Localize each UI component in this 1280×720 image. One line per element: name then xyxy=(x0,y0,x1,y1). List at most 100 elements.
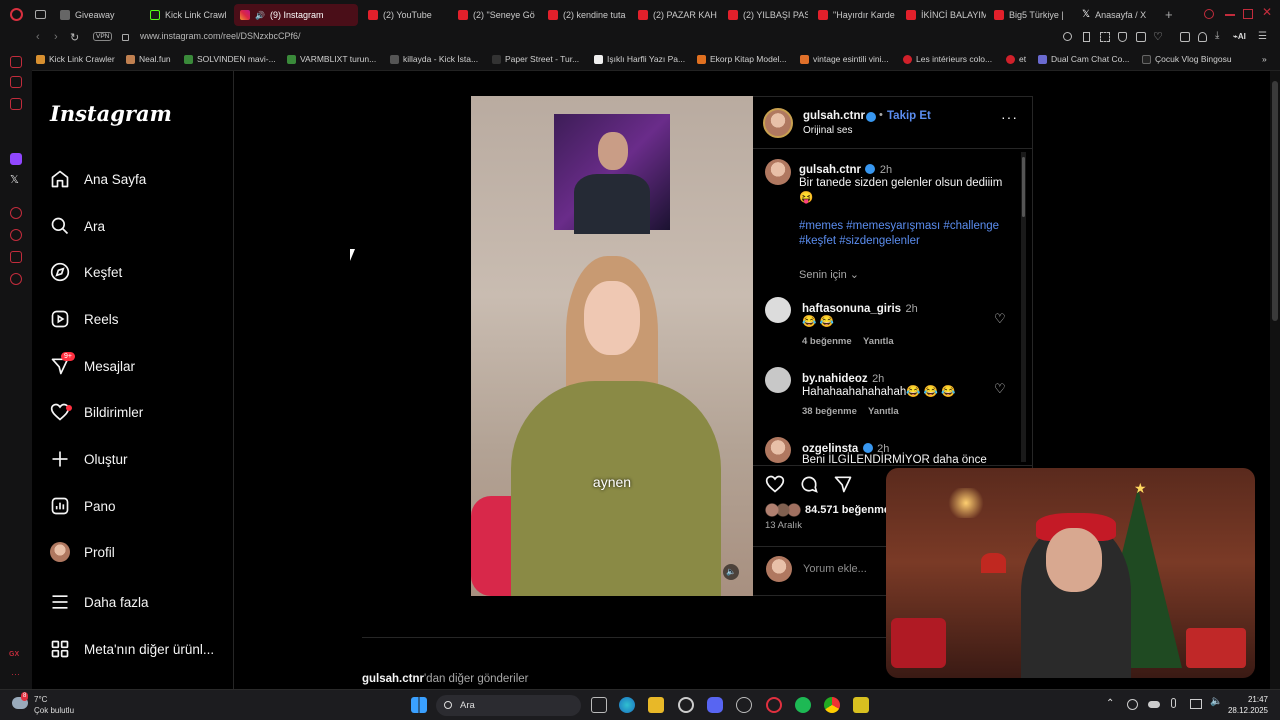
tab-giveaway[interactable]: Giveaway xyxy=(54,4,138,26)
maximize-icon[interactable] xyxy=(1243,9,1253,19)
bookmark-item[interactable]: vintage esintili vini... xyxy=(800,54,889,64)
taskbar-search[interactable]: Ara xyxy=(436,695,581,716)
tab-youtube-5[interactable]: (2) YILBAŞI PAS xyxy=(722,4,808,26)
comments-scrollbar-thumb[interactable] xyxy=(1022,157,1025,217)
volume-icon[interactable]: 🔈 xyxy=(1210,696,1222,707)
settings-icon[interactable] xyxy=(678,697,694,713)
opera-logo-icon[interactable] xyxy=(10,8,23,21)
comment-input[interactable]: Yorum ekle... xyxy=(803,563,867,575)
comment-avatar[interactable] xyxy=(765,297,791,323)
bookmark-item[interactable]: VARMBLIXT turun... xyxy=(287,54,376,64)
nav-meta-products[interactable]: Meta'nın diğer ürünl... xyxy=(50,634,230,664)
opera-gx-icon[interactable] xyxy=(766,697,782,713)
tab-kick[interactable]: Kick Link Crawl xyxy=(144,4,228,26)
bookmark-item[interactable]: Çocuk Vlog Bingosu xyxy=(1142,54,1232,64)
bookmark-item[interactable]: Kick Link Crawler xyxy=(36,54,115,64)
reply-button[interactable]: Yanıtla xyxy=(868,406,899,417)
url-field[interactable]: www.instagram.com/reel/DSNzxbcCPf6/ xyxy=(140,31,301,41)
nav-profile[interactable]: Profil xyxy=(50,537,220,567)
tray-app-icon[interactable] xyxy=(1127,699,1138,710)
gx-icon[interactable]: GX xyxy=(9,651,19,658)
account-icon[interactable] xyxy=(1198,32,1207,42)
like-icon[interactable] xyxy=(765,474,785,494)
aria-icon[interactable] xyxy=(10,56,22,68)
bookmark-item[interactable]: Neal.fun xyxy=(126,54,171,64)
spotify-icon[interactable] xyxy=(795,697,811,713)
comment-icon[interactable] xyxy=(799,474,819,494)
page-scrollbar-thumb[interactable] xyxy=(1272,81,1278,321)
microphone-icon[interactable] xyxy=(1171,698,1176,708)
tab-x[interactable]: 𝕏 Anasayfa / X xyxy=(1076,4,1158,26)
more-bookmarks-icon[interactable]: » xyxy=(1262,54,1267,64)
tab-youtube-3[interactable]: (2) kendine tuta xyxy=(542,4,628,26)
volume-icon[interactable]: 🔈 xyxy=(723,564,739,580)
tab-youtube-2[interactable]: (2) "Seneye Gö xyxy=(452,4,538,26)
instagram-icon[interactable] xyxy=(10,98,22,110)
more-icon[interactable]: ··· xyxy=(11,669,20,679)
author-avatar[interactable] xyxy=(763,108,793,138)
tab-instagram[interactable]: 🔊 (9) Instagram xyxy=(234,4,358,26)
forward-icon[interactable]: › xyxy=(54,31,58,43)
file-explorer-icon[interactable] xyxy=(648,697,664,713)
taskbar-clock[interactable]: 21:47 28.12.2025 xyxy=(1226,694,1268,716)
extensions-icon[interactable] xyxy=(1180,32,1190,42)
bookmark-item[interactable]: Les intérieurs colo... xyxy=(903,54,992,64)
nav-messages[interactable]: 9+ Mesajlar xyxy=(50,351,220,381)
task-view-icon[interactable] xyxy=(591,697,607,713)
nav-search[interactable]: Ara xyxy=(50,211,220,241)
comment-avatar[interactable] xyxy=(765,437,791,463)
tab-youtube-6[interactable]: "Hayırdır Karde xyxy=(812,4,898,26)
minimize-icon[interactable] xyxy=(1225,14,1235,16)
bookmark-item[interactable]: et xyxy=(1006,54,1026,64)
for-you-dropdown[interactable]: Senin için ⌄ xyxy=(799,268,859,281)
translate-icon[interactable] xyxy=(1136,32,1146,42)
bookmark-icon[interactable] xyxy=(1083,32,1090,42)
weather-widget[interactable]: 8 7°C Çok bulutlu xyxy=(12,692,74,716)
easy-setup-icon[interactable]: ☰ xyxy=(1258,31,1267,42)
bookmark-item[interactable]: Ekorp Kitap Model... xyxy=(697,54,787,64)
aria-ai-icon[interactable]: ⌁AI xyxy=(1233,32,1246,41)
bookmark-item[interactable]: Paper Street - Tur... xyxy=(492,54,579,64)
nav-create[interactable]: Oluştur xyxy=(50,444,220,474)
close-icon[interactable]: ✕ xyxy=(1262,5,1272,19)
nav-notifications[interactable]: Bildirimler xyxy=(50,397,220,427)
tabs-icon[interactable] xyxy=(35,10,46,19)
bookmark-item[interactable]: Işıklı Harfli Yazı Pa... xyxy=(594,54,685,64)
caption-avatar[interactable] xyxy=(765,159,791,185)
messenger-icon[interactable] xyxy=(10,76,22,88)
instagram-logo[interactable]: Instagram xyxy=(50,101,172,126)
search-tabs-icon[interactable] xyxy=(1204,9,1214,19)
reload-icon[interactable]: ↻ xyxy=(70,31,79,44)
nav-home[interactable]: Ana Sayfa xyxy=(50,164,220,194)
shield-icon[interactable] xyxy=(1118,32,1127,42)
reply-button[interactable]: Yanıtla xyxy=(863,336,894,347)
more-posts-username[interactable]: gulsah.ctnr xyxy=(362,673,424,685)
more-options-icon[interactable]: ··· xyxy=(1001,109,1018,125)
caption-hashtags-1[interactable]: #memes #memesyarışması #challenge xyxy=(799,220,999,232)
speaker-icon[interactable]: 🔊 xyxy=(255,11,265,20)
chrome-icon[interactable] xyxy=(824,697,840,713)
obs-app-icon[interactable] xyxy=(853,697,869,713)
tab-youtube-4[interactable]: (2) PAZAR KAH xyxy=(632,4,718,26)
onedrive-icon[interactable] xyxy=(1148,701,1160,708)
caption-username[interactable]: gulsah.ctnr xyxy=(799,164,861,176)
twitch-icon[interactable] xyxy=(10,153,22,165)
comment-like-icon[interactable]: ♡ xyxy=(994,381,1006,397)
settings-icon[interactable] xyxy=(10,273,22,285)
comment-avatar[interactable] xyxy=(765,367,791,393)
nav-reels[interactable]: Reels xyxy=(50,304,220,334)
heart-outline-icon[interactable]: ♡ xyxy=(1153,30,1163,43)
edge-icon[interactable] xyxy=(619,697,635,713)
nav-dashboard[interactable]: Pano xyxy=(50,491,220,521)
network-icon[interactable] xyxy=(1190,699,1202,709)
steam-icon[interactable] xyxy=(736,697,752,713)
snapshot-icon[interactable] xyxy=(1100,32,1110,42)
bookmark-item[interactable]: killayda - Kick İsta... xyxy=(390,54,478,64)
likes-summary[interactable]: 84.571 beğenme xyxy=(765,503,890,517)
back-icon[interactable]: ‹ xyxy=(36,31,40,43)
nav-more[interactable]: Daha fazla xyxy=(50,587,220,617)
vpn-badge[interactable]: VPN xyxy=(93,32,113,41)
player-icon[interactable] xyxy=(10,207,22,219)
discord-icon[interactable] xyxy=(707,697,723,713)
comment-likes[interactable]: 4 beğenme xyxy=(802,336,852,347)
